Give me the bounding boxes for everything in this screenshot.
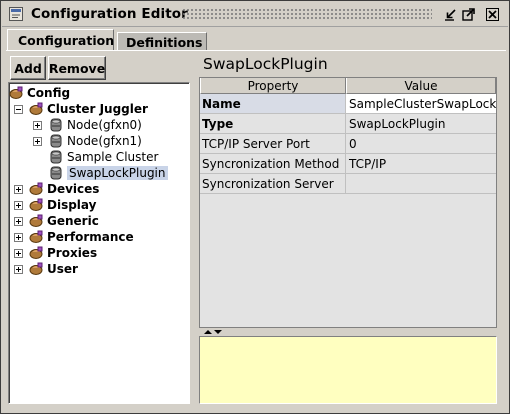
plus-icon xyxy=(16,235,21,240)
tree-node-sample-cluster[interactable]: Sample Cluster xyxy=(49,149,158,165)
plus-icon xyxy=(35,123,40,128)
element-icon xyxy=(50,166,62,180)
property-name: TCP/IP Server Port xyxy=(200,134,346,154)
tree-node-label: User xyxy=(47,262,78,276)
property-value[interactable] xyxy=(346,174,496,194)
tree-node-generic[interactable]: Generic xyxy=(29,213,99,229)
close-icon xyxy=(486,8,499,21)
category-icon xyxy=(29,198,43,211)
property-value[interactable]: 0 xyxy=(346,134,496,154)
maximize-button[interactable] xyxy=(461,7,476,22)
collapse-toggle[interactable] xyxy=(14,105,23,114)
tree-node-label: Config xyxy=(27,86,71,100)
element-icon xyxy=(50,134,62,148)
property-table[interactable]: Property Value Name SampleClusterSwapLoc… xyxy=(199,77,497,328)
title-bar-grip xyxy=(182,8,432,21)
tree-node-label-selected: SwapLockPlugin xyxy=(67,166,168,180)
property-name: Syncronization Method xyxy=(200,154,346,174)
configuration-editor-window: Configuration Editor Configuration Defin… xyxy=(0,0,510,414)
category-icon xyxy=(29,230,43,243)
add-button[interactable]: Add xyxy=(10,56,46,80)
tree-node-label: Generic xyxy=(47,214,99,228)
tree-node-label: Cluster Juggler xyxy=(47,102,148,116)
plus-icon xyxy=(16,267,21,272)
tree-node-label: Display xyxy=(47,198,97,212)
tree-node-label: Sample Cluster xyxy=(67,150,159,164)
property-name: Syncronization Server xyxy=(200,174,346,194)
minimize-icon xyxy=(445,9,456,21)
property-value[interactable]: SampleClusterSwapLock xyxy=(346,94,496,114)
plus-icon xyxy=(16,203,21,208)
title-bar[interactable]: Configuration Editor xyxy=(2,2,508,27)
plus-icon xyxy=(16,187,21,192)
category-icon xyxy=(29,102,43,115)
category-icon xyxy=(29,262,43,275)
tree-node-config[interactable]: Config xyxy=(9,85,70,101)
app-icon xyxy=(9,7,23,21)
tree-node-label: Node(gfxn1) xyxy=(67,134,142,148)
property-value[interactable]: SwapLockPlugin xyxy=(346,114,496,134)
expand-toggle[interactable] xyxy=(14,265,23,274)
plus-icon xyxy=(16,219,21,224)
tree-node-display[interactable]: Display xyxy=(29,197,96,213)
maximize-icon xyxy=(462,8,475,21)
config-tree[interactable]: Config Cluster Juggler Node(gfxn0) Node(… xyxy=(8,82,190,404)
property-sheet-title: SwapLockPlugin xyxy=(203,55,328,73)
tree-node-gfxn1[interactable]: Node(gfxn1) xyxy=(49,133,142,149)
window-title: Configuration Editor xyxy=(31,6,188,22)
column-header-property[interactable]: Property xyxy=(200,78,346,94)
category-icon xyxy=(29,246,43,259)
tree-node-gfxn0[interactable]: Node(gfxn0) xyxy=(49,117,142,133)
config-folder-icon xyxy=(9,86,23,99)
minus-icon xyxy=(16,109,21,110)
table-row[interactable]: Name SampleClusterSwapLock xyxy=(200,94,496,114)
property-name: Name xyxy=(200,94,346,114)
tree-node-proxies[interactable]: Proxies xyxy=(29,245,97,261)
tree-node-devices[interactable]: Devices xyxy=(29,181,99,197)
tree-node-user[interactable]: User xyxy=(29,261,78,277)
horizontal-splitter[interactable] xyxy=(199,328,497,336)
description-panel xyxy=(199,336,497,404)
table-row[interactable]: TCP/IP Server Port 0 xyxy=(200,134,496,154)
expand-toggle[interactable] xyxy=(33,121,42,130)
tab-definitions[interactable]: Definitions xyxy=(117,32,207,51)
expand-toggle[interactable] xyxy=(14,217,23,226)
tree-node-cluster-juggler[interactable]: Cluster Juggler xyxy=(29,101,148,117)
tree-node-label: Node(gfxn0) xyxy=(67,118,142,132)
category-icon xyxy=(29,214,43,227)
close-button[interactable] xyxy=(485,7,500,22)
expand-toggle[interactable] xyxy=(14,185,23,194)
element-icon xyxy=(50,150,62,164)
column-header-value[interactable]: Value xyxy=(346,78,496,94)
remove-button[interactable]: Remove xyxy=(48,56,106,80)
table-row[interactable]: Type SwapLockPlugin xyxy=(200,114,496,134)
tree-node-performance[interactable]: Performance xyxy=(29,229,134,245)
tree-node-label: Performance xyxy=(47,230,134,244)
expand-toggle[interactable] xyxy=(14,249,23,258)
property-value[interactable]: TCP/IP xyxy=(346,154,496,174)
table-row[interactable]: Syncronization Method TCP/IP xyxy=(200,154,496,174)
expand-toggle[interactable] xyxy=(14,201,23,210)
tree-node-label: Proxies xyxy=(47,246,98,260)
tab-configuration[interactable]: Configuration xyxy=(7,29,114,50)
collapse-arrows-icon xyxy=(204,330,222,334)
plus-icon xyxy=(35,139,40,144)
tree-node-swaplockplugin[interactable]: SwapLockPlugin xyxy=(49,165,168,181)
element-icon xyxy=(50,118,62,132)
minimize-button[interactable] xyxy=(443,7,458,22)
category-icon xyxy=(29,182,43,195)
expand-toggle[interactable] xyxy=(14,233,23,242)
tree-node-label: Devices xyxy=(47,182,100,196)
table-row[interactable]: Syncronization Server xyxy=(200,174,496,194)
expand-toggle[interactable] xyxy=(33,137,42,146)
vertical-splitter[interactable] xyxy=(191,51,198,409)
plus-icon xyxy=(16,251,21,256)
property-name: Type xyxy=(200,114,346,134)
